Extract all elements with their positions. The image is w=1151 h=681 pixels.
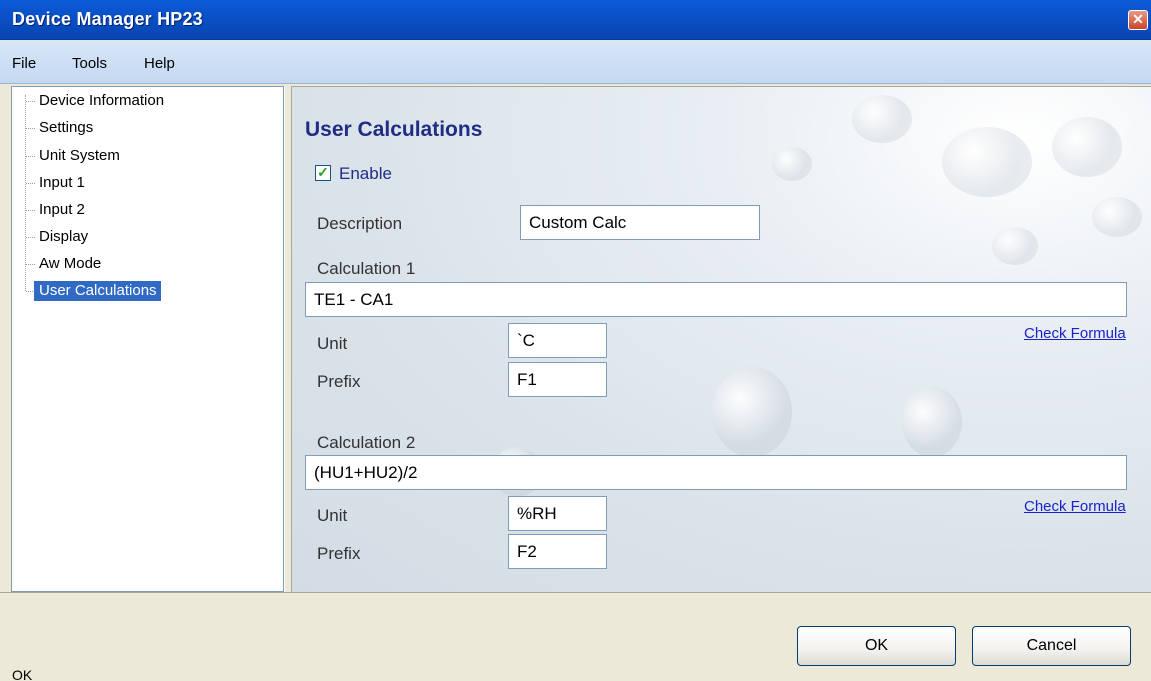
tree-item-device-information[interactable]: Device Information [34,91,168,111]
ok-button[interactable]: OK [797,626,956,666]
menu-help[interactable]: Help [144,55,175,72]
tree-item-display[interactable]: Display [34,227,92,247]
cancel-button[interactable]: Cancel [972,626,1131,666]
calculation-2-prefix-label: Prefix [317,544,361,563]
calculation-2-unit-label: Unit [317,506,348,525]
calculation-1-unit-field[interactable] [508,323,607,358]
background-droplet [1052,117,1122,177]
window-title: Device Manager HP23 [12,9,203,29]
background-droplet [992,227,1038,265]
tree-item-input-1[interactable]: Input 1 [34,173,89,193]
background-droplet [852,95,912,143]
calculation-2-check-formula-link[interactable]: Check Formula [1024,498,1126,515]
close-icon[interactable]: ✕ [1128,10,1148,30]
status-text: OK [12,667,33,681]
calculation-1-label: Calculation 1 [317,259,416,278]
calculation-1-prefix-label: Prefix [317,372,361,391]
calculation-1-prefix-field[interactable] [508,362,607,397]
calculation-2-unit-field[interactable] [508,496,607,531]
menu-bar: File Tools Help [0,40,1151,84]
enable-checkbox[interactable]: ✓ [315,165,331,181]
enable-label[interactable]: Enable [339,164,392,184]
calculation-1-unit-label: Unit [317,334,348,353]
menu-file[interactable]: File [12,55,36,72]
background-droplet [942,127,1032,197]
menu-tools[interactable]: Tools [72,55,107,72]
bottom-bar: OK Cancel OK [0,592,1151,681]
background-droplet [712,367,792,457]
calculation-2-formula-field[interactable] [305,455,1127,490]
tree-connector [25,95,26,291]
splitter[interactable] [284,86,292,592]
description-label: Description [317,214,403,233]
tree-item-settings[interactable]: Settings [34,118,97,138]
description-field[interactable] [520,205,760,240]
background-droplet [1092,197,1142,237]
tree-item-user-calculations[interactable]: User Calculations [34,281,161,301]
calculation-1-check-formula-link[interactable]: Check Formula [1024,325,1126,342]
content-panel: User Calculations ✓ Enable Description C… [292,86,1151,592]
page-title: User Calculations [305,118,483,141]
navigation-tree: Device Information Settings Unit System … [11,86,284,592]
calculation-2-label: Calculation 2 [317,433,416,452]
background-droplet [902,387,962,457]
tree-item-aw-mode[interactable]: Aw Mode [34,254,105,274]
calculation-2-prefix-field[interactable] [508,534,607,569]
background-droplet [772,147,812,181]
title-bar: Device Manager HP23 ✕ [0,0,1151,40]
calculation-1-formula-field[interactable] [305,282,1127,317]
tree-item-input-2[interactable]: Input 2 [34,200,89,220]
checkmark-icon: ✓ [317,164,329,180]
tree-item-unit-system[interactable]: Unit System [34,146,124,166]
